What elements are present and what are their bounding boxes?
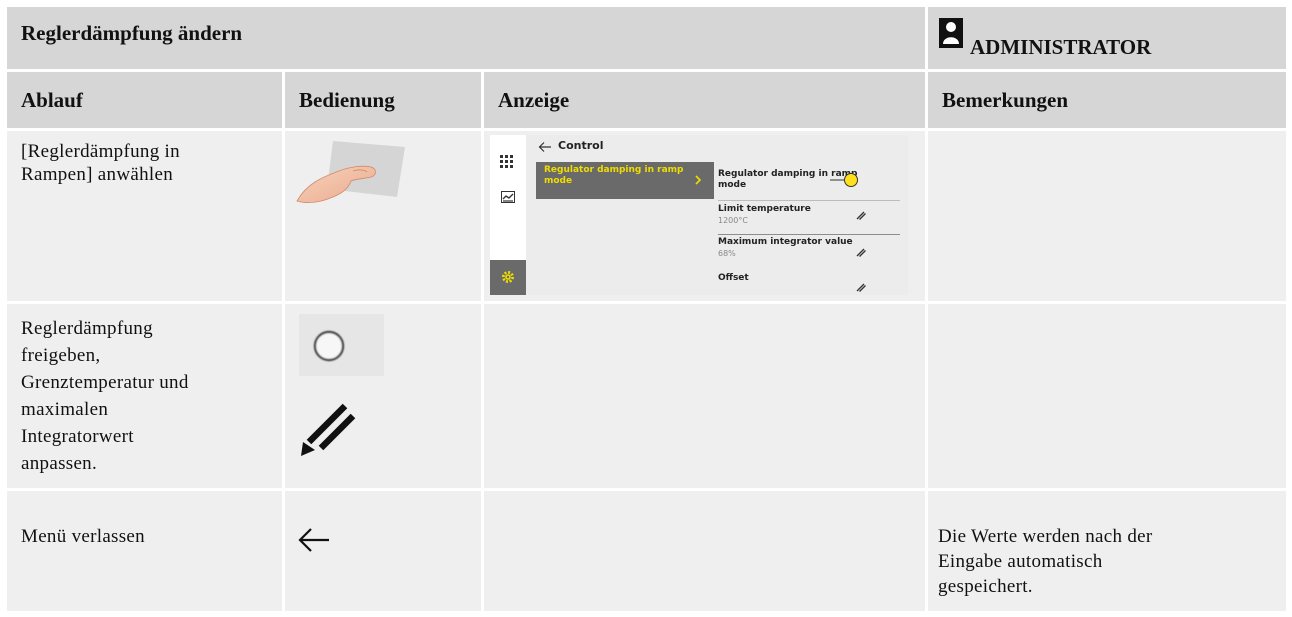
edit-pencil-icon[interactable] bbox=[855, 209, 867, 221]
device-screen: Control Regulator damping in ramp mode R… bbox=[490, 135, 908, 295]
divider bbox=[718, 200, 900, 201]
table-row-3-ablauf: Menü verlassen bbox=[7, 491, 282, 611]
device-menu-item-label-1: Regulator damping in ramp bbox=[544, 165, 684, 175]
table-row-3-anzeige bbox=[484, 491, 925, 611]
col-header-bemerkungen-label: Bemerkungen bbox=[942, 88, 1068, 112]
setting-regulator-damping[interactable]: Regulator damping in ramp mode bbox=[718, 169, 888, 199]
table-row-2-anzeige bbox=[484, 304, 925, 488]
back-arrow-icon[interactable] bbox=[538, 141, 552, 153]
step-text: [Reglerdämpfung in Rampen] anwählen bbox=[21, 141, 180, 185]
toggle-switch-icon[interactable] bbox=[830, 172, 860, 188]
remark-text: Die Werte werden nach der Eingabe automa… bbox=[938, 526, 1153, 597]
col-header-ablauf: Ablauf bbox=[7, 72, 282, 128]
role-label: ADMINISTRATOR bbox=[970, 35, 1152, 59]
col-header-anzeige-label: Anzeige bbox=[498, 88, 570, 112]
table-row-2-bedienung bbox=[285, 304, 481, 488]
device-settings-tab[interactable] bbox=[490, 260, 526, 295]
page-title: Reglerdämpfung ändern bbox=[21, 21, 243, 45]
toggle-off-icon bbox=[313, 330, 375, 362]
table-row-1-ablauf: [Reglerdämpfung in Rampen] anwählen bbox=[7, 131, 282, 301]
col-header-anzeige: Anzeige bbox=[484, 72, 925, 128]
apps-grid-icon[interactable] bbox=[500, 155, 514, 169]
table-row-3-bedienung bbox=[285, 491, 481, 611]
toggle-icon-tile bbox=[299, 314, 384, 376]
table-row-2-bemerkungen bbox=[928, 304, 1286, 488]
table-row-2-ablauf: Reglerdämpfung freigeben, Grenztemperatu… bbox=[7, 304, 282, 488]
device-header-title: Control bbox=[558, 139, 604, 152]
back-arrow-icon bbox=[298, 528, 329, 552]
edit-pencil-icon[interactable] bbox=[855, 246, 867, 258]
title-cell: Reglerdämpfung ändern bbox=[7, 7, 925, 69]
chevron-right-icon bbox=[695, 175, 702, 185]
device-menu-item[interactable]: Regulator damping in ramp mode bbox=[536, 162, 714, 199]
edit-pencil-icon bbox=[301, 403, 356, 456]
step-text: Reglerdämpfung freigeben, Grenztemperatu… bbox=[21, 318, 189, 474]
step-text: Menü verlassen bbox=[21, 526, 145, 547]
table-row-1-bemerkungen bbox=[928, 131, 1286, 301]
col-header-ablauf-label: Ablauf bbox=[21, 88, 83, 112]
table-row-1-anzeige: Control Regulator damping in ramp mode R… bbox=[484, 131, 925, 301]
finger-touch-icon bbox=[296, 141, 405, 204]
chart-icon[interactable] bbox=[501, 191, 515, 203]
col-header-bedienung-label: Bedienung bbox=[299, 88, 395, 112]
table-row-1-bedienung bbox=[285, 131, 481, 301]
role-cell: ADMINISTRATOR bbox=[928, 7, 1286, 69]
device-menu-item-label-2: mode bbox=[544, 176, 573, 186]
gear-icon bbox=[502, 271, 514, 283]
user-icon bbox=[939, 18, 963, 48]
divider bbox=[718, 234, 900, 235]
col-header-bedienung: Bedienung bbox=[285, 72, 481, 128]
table-row-3-bemerkungen: Die Werte werden nach der Eingabe automa… bbox=[928, 491, 1286, 611]
col-header-bemerkungen: Bemerkungen bbox=[928, 72, 1286, 128]
edit-pencil-icon[interactable] bbox=[855, 281, 867, 293]
